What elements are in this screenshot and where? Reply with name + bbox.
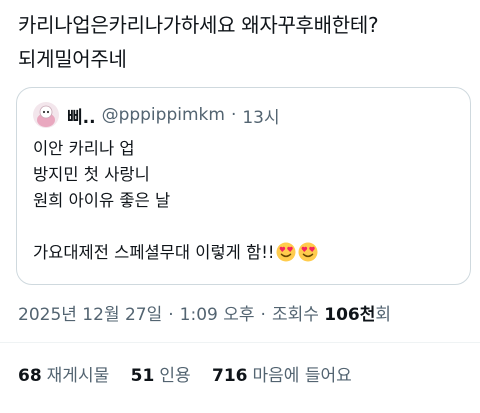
quoted-display-name[interactable]: 삐.. [67, 103, 96, 128]
reposts-label: 재게시물 [46, 366, 110, 386]
tweet-text-line: 카리나업은카리나가하세요 왜자꾸후배한테? [18, 13, 379, 37]
reposts-count: 68 [18, 366, 42, 386]
views-suffix: 회 [375, 305, 392, 325]
quoted-tweet-text: 이안 카리나 업 방지민 첫 사랑니 원희 아이유 좋은 날 가요대제전 스페셜… [33, 136, 453, 266]
likes-stat[interactable]: 716 마음에 들어요 [212, 366, 352, 386]
quoted-text-line [33, 214, 453, 240]
heart-eyes-emoji-icon [276, 242, 296, 262]
quoted-tweet-card[interactable]: 삐.. @pppippimkm · 13시 이안 카리나 업 방지민 첫 사랑니… [16, 87, 471, 285]
separator-dot: · [168, 305, 174, 325]
likes-count: 716 [212, 366, 248, 386]
quoted-text-line: 방지민 첫 사랑니 [33, 165, 150, 184]
quotes-label: 인용 [159, 366, 191, 386]
separator-dot: · [260, 305, 266, 325]
avatar[interactable] [33, 102, 59, 128]
views-label: 조회수 [271, 305, 319, 325]
quotes-count: 51 [130, 366, 155, 386]
tweet-date[interactable]: 2025년 12월 27일 [18, 305, 162, 325]
likes-label: 마음에 들어요 [252, 366, 352, 386]
divider [0, 342, 480, 343]
quoted-text-line: 이안 카리나 업 [33, 139, 135, 158]
tweet-time[interactable]: 1:09 오후 [180, 305, 255, 325]
separator-dot: · [230, 105, 237, 125]
quoted-handle[interactable]: @pppippimkm [102, 105, 225, 125]
quotes-stat[interactable]: 51 인용 [131, 366, 191, 386]
quoted-text-line: 원희 아이유 좋은 날 [33, 191, 171, 210]
reposts-stat[interactable]: 68 재게시물 [18, 366, 109, 386]
quoted-text-line: 가요대제전 스페셜무대 이렇게 함!! [33, 243, 275, 262]
views-count: 106천 [324, 305, 376, 325]
tweet-meta: 2025년 12월 27일 · 1:09 오후 · 조회수 106천회 [18, 300, 473, 325]
tweet-text: 카리나업은카리나가하세요 왜자꾸후배한테? 되게밀어주네 [18, 8, 468, 76]
quoted-timestamp[interactable]: 13시 [242, 103, 279, 128]
heart-eyes-emoji-icon [298, 242, 318, 262]
tweet-text-line: 되게밀어주네 [18, 47, 127, 71]
quoted-tweet-header: 삐.. @pppippimkm · 13시 [33, 102, 280, 128]
engagement-stats: 68 재게시물 51 인용 716 마음에 들어요 [18, 361, 368, 386]
quoted-text-line-with-emoji: 가요대제전 스페셜무대 이렇게 함!! [33, 240, 453, 266]
